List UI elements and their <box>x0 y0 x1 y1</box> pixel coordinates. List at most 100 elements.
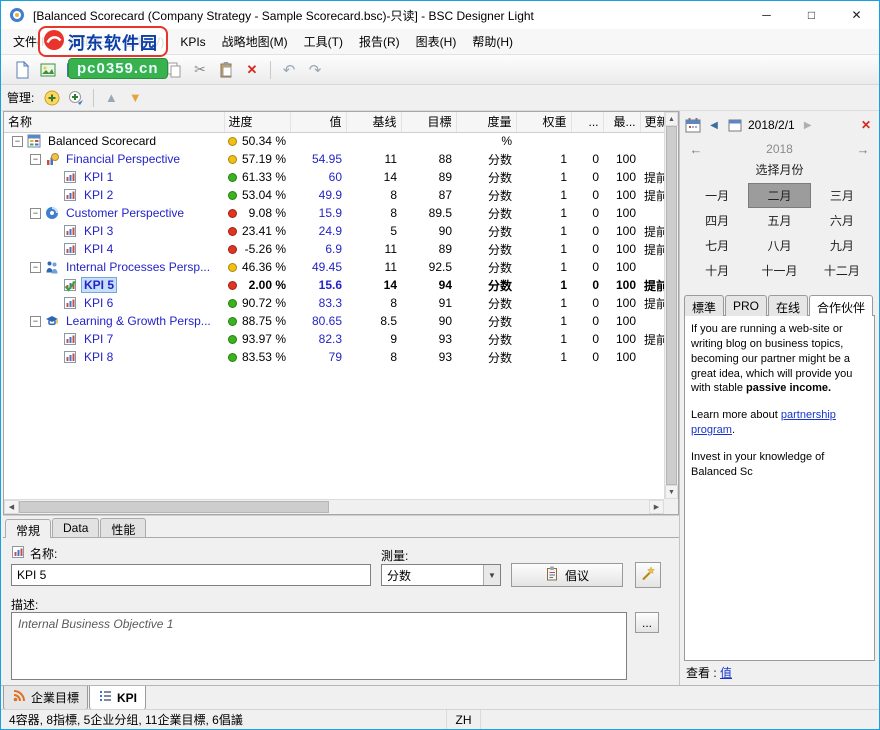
table-row[interactable]: KPI 4-5.26 %6.91189分数10100提前 <box>4 240 679 258</box>
column-header-3[interactable]: 基线 <box>346 112 401 132</box>
table-row[interactable]: KPI 690.72 %83.3891分数10100提前 <box>4 294 679 312</box>
up-icon[interactable]: ▲ <box>100 87 122 109</box>
menu-item-8[interactable]: 帮助(H) <box>464 29 521 54</box>
add-icon[interactable] <box>41 87 63 109</box>
copy-icon[interactable] <box>162 58 186 82</box>
table-row[interactable]: KPI 323.41 %24.9590分数10100提前 <box>4 222 679 240</box>
table-row[interactable]: −Internal Processes Persp...46.36 %49.45… <box>4 258 679 276</box>
undo-icon[interactable]: ↶ <box>277 58 301 82</box>
initiatives-button[interactable]: 倡议 <box>511 563 623 587</box>
column-header-4[interactable]: 目標 <box>401 112 456 132</box>
vscroll-thumb[interactable] <box>666 126 677 485</box>
month-cell-8[interactable]: 九月 <box>811 233 873 258</box>
description-textarea[interactable]: Internal Business Objective 1 <box>11 612 627 680</box>
date-picker-icon[interactable] <box>726 116 744 134</box>
menu-item-2[interactable]: 查看(V) <box>116 29 172 54</box>
menu-item-0[interactable]: 文件(F) <box>5 29 60 54</box>
collapse-icon[interactable]: − <box>30 208 41 219</box>
detail-tab-1[interactable]: Data <box>52 518 99 537</box>
column-header-5[interactable]: 度量 <box>456 112 516 132</box>
tree-vscrollbar[interactable]: ▲ ▼ <box>664 112 678 499</box>
collapse-icon[interactable]: − <box>12 136 23 147</box>
calendar-icon[interactable] <box>684 116 702 134</box>
chart-icon[interactable] <box>125 58 149 82</box>
next-date-icon[interactable]: ▶ <box>799 116 817 134</box>
table-row[interactable]: −Balanced Scorecard50.34 %% <box>4 132 679 150</box>
side-tab-3[interactable]: 合作伙伴 <box>809 295 873 316</box>
table-row[interactable]: KPI 793.97 %82.3993分数10100提前 <box>4 330 679 348</box>
month-cell-9[interactable]: 十月 <box>686 258 748 283</box>
column-header-6[interactable]: 权重 <box>516 112 571 132</box>
name-input[interactable] <box>11 564 371 586</box>
tree-item[interactable]: −Customer Perspective <box>8 206 220 220</box>
collapse-icon[interactable]: − <box>30 154 41 165</box>
table-row[interactable]: KPI 253.04 %49.9887分数10100提前 <box>4 186 679 204</box>
down-icon[interactable]: ▼ <box>124 87 146 109</box>
ellipsis-button[interactable]: ... <box>635 612 659 633</box>
tree-item[interactable]: KPI 3 <box>8 224 220 238</box>
month-cell-10[interactable]: 十一月 <box>748 258 810 283</box>
doc-tab-0[interactable]: 企業目標 <box>3 686 88 710</box>
tree-item[interactable]: −Learning & Growth Persp... <box>8 314 220 328</box>
wizard-button[interactable] <box>635 562 661 588</box>
tree-hscrollbar[interactable]: ◀ ▶ <box>4 499 678 514</box>
column-header-2[interactable]: 值 <box>290 112 346 132</box>
delete-icon[interactable]: ✕ <box>240 58 264 82</box>
tree-item[interactable]: KPI 5 <box>8 278 220 292</box>
view-value-link[interactable]: 值 <box>720 664 732 681</box>
add-child-icon[interactable] <box>65 87 87 109</box>
close-button[interactable]: ✕ <box>834 1 879 29</box>
side-tab-0[interactable]: 標準 <box>684 295 724 316</box>
side-tab-2[interactable]: 在线 <box>768 295 808 316</box>
detail-tab-2[interactable]: 性能 <box>100 518 146 537</box>
tree-item[interactable]: −Financial Perspective <box>8 152 220 166</box>
scroll-right-icon[interactable]: ▶ <box>649 500 664 514</box>
detail-tab-0[interactable]: 常規 <box>5 519 51 538</box>
month-cell-4[interactable]: 五月 <box>748 208 810 233</box>
month-cell-5[interactable]: 六月 <box>811 208 873 233</box>
tree-item[interactable]: KPI 7 <box>8 332 220 346</box>
menu-item-1[interactable]: 编辑(E) <box>60 29 116 54</box>
scroll-left-icon[interactable]: ◀ <box>4 500 19 514</box>
month-cell-2[interactable]: 三月 <box>811 183 873 208</box>
prev-year-arrow[interactable]: ← <box>688 142 704 157</box>
side-tab-1[interactable]: PRO <box>725 295 767 316</box>
scroll-up-icon[interactable]: ▲ <box>665 112 678 126</box>
table-row[interactable]: −Financial Perspective57.19 %54.951188分数… <box>4 150 679 168</box>
menu-item-6[interactable]: 报告(R) <box>351 29 408 54</box>
title-bar[interactable]: [Balanced Scorecard (Company Strategy - … <box>1 1 879 29</box>
hscroll-thumb[interactable] <box>19 501 329 513</box>
tree-item[interactable]: KPI 4 <box>8 242 220 256</box>
cut-icon[interactable]: ✂ <box>188 58 212 82</box>
column-header-0[interactable]: 名称 <box>4 112 224 132</box>
prev-date-icon[interactable]: ◀ <box>705 116 723 134</box>
menu-item-5[interactable]: 工具(T) <box>296 29 351 54</box>
month-cell-6[interactable]: 七月 <box>686 233 748 258</box>
tree-item[interactable]: KPI 1 <box>8 170 220 184</box>
maximize-button[interactable]: □ <box>789 1 834 29</box>
column-header-8[interactable]: 最... <box>603 112 640 132</box>
clear-date-icon[interactable]: ✕ <box>857 116 875 134</box>
table-row[interactable]: KPI 883.53 %79893分数10100 <box>4 348 679 366</box>
save-icon[interactable] <box>62 58 86 82</box>
month-cell-3[interactable]: 四月 <box>686 208 748 233</box>
menu-item-7[interactable]: 图表(H) <box>408 29 465 54</box>
month-cell-0[interactable]: 一月 <box>686 183 748 208</box>
tree-item[interactable]: KPI 6 <box>8 296 220 310</box>
menu-item-4[interactable]: 战略地图(M) <box>214 29 296 54</box>
paste-icon[interactable] <box>214 58 238 82</box>
table-row[interactable]: KPI 52.00 %15.61494分数10100提前 <box>4 276 679 294</box>
column-header-1[interactable]: 进度 <box>224 112 290 132</box>
month-cell-7[interactable]: 八月 <box>748 233 810 258</box>
scroll-down-icon[interactable]: ▼ <box>665 485 678 499</box>
collapse-icon[interactable]: − <box>30 262 41 273</box>
table-row[interactable]: −Customer Perspective9.08 %15.9889.5分数10… <box>4 204 679 222</box>
column-header-7[interactable]: ... <box>571 112 603 132</box>
collapse-icon[interactable]: − <box>30 316 41 327</box>
tree-item[interactable]: −Internal Processes Persp... <box>8 260 220 274</box>
image-icon[interactable] <box>36 58 60 82</box>
minimize-button[interactable]: ─ <box>744 1 789 29</box>
grid-icon[interactable] <box>88 58 112 82</box>
new-icon[interactable] <box>10 58 34 82</box>
month-cell-11[interactable]: 十二月 <box>811 258 873 283</box>
